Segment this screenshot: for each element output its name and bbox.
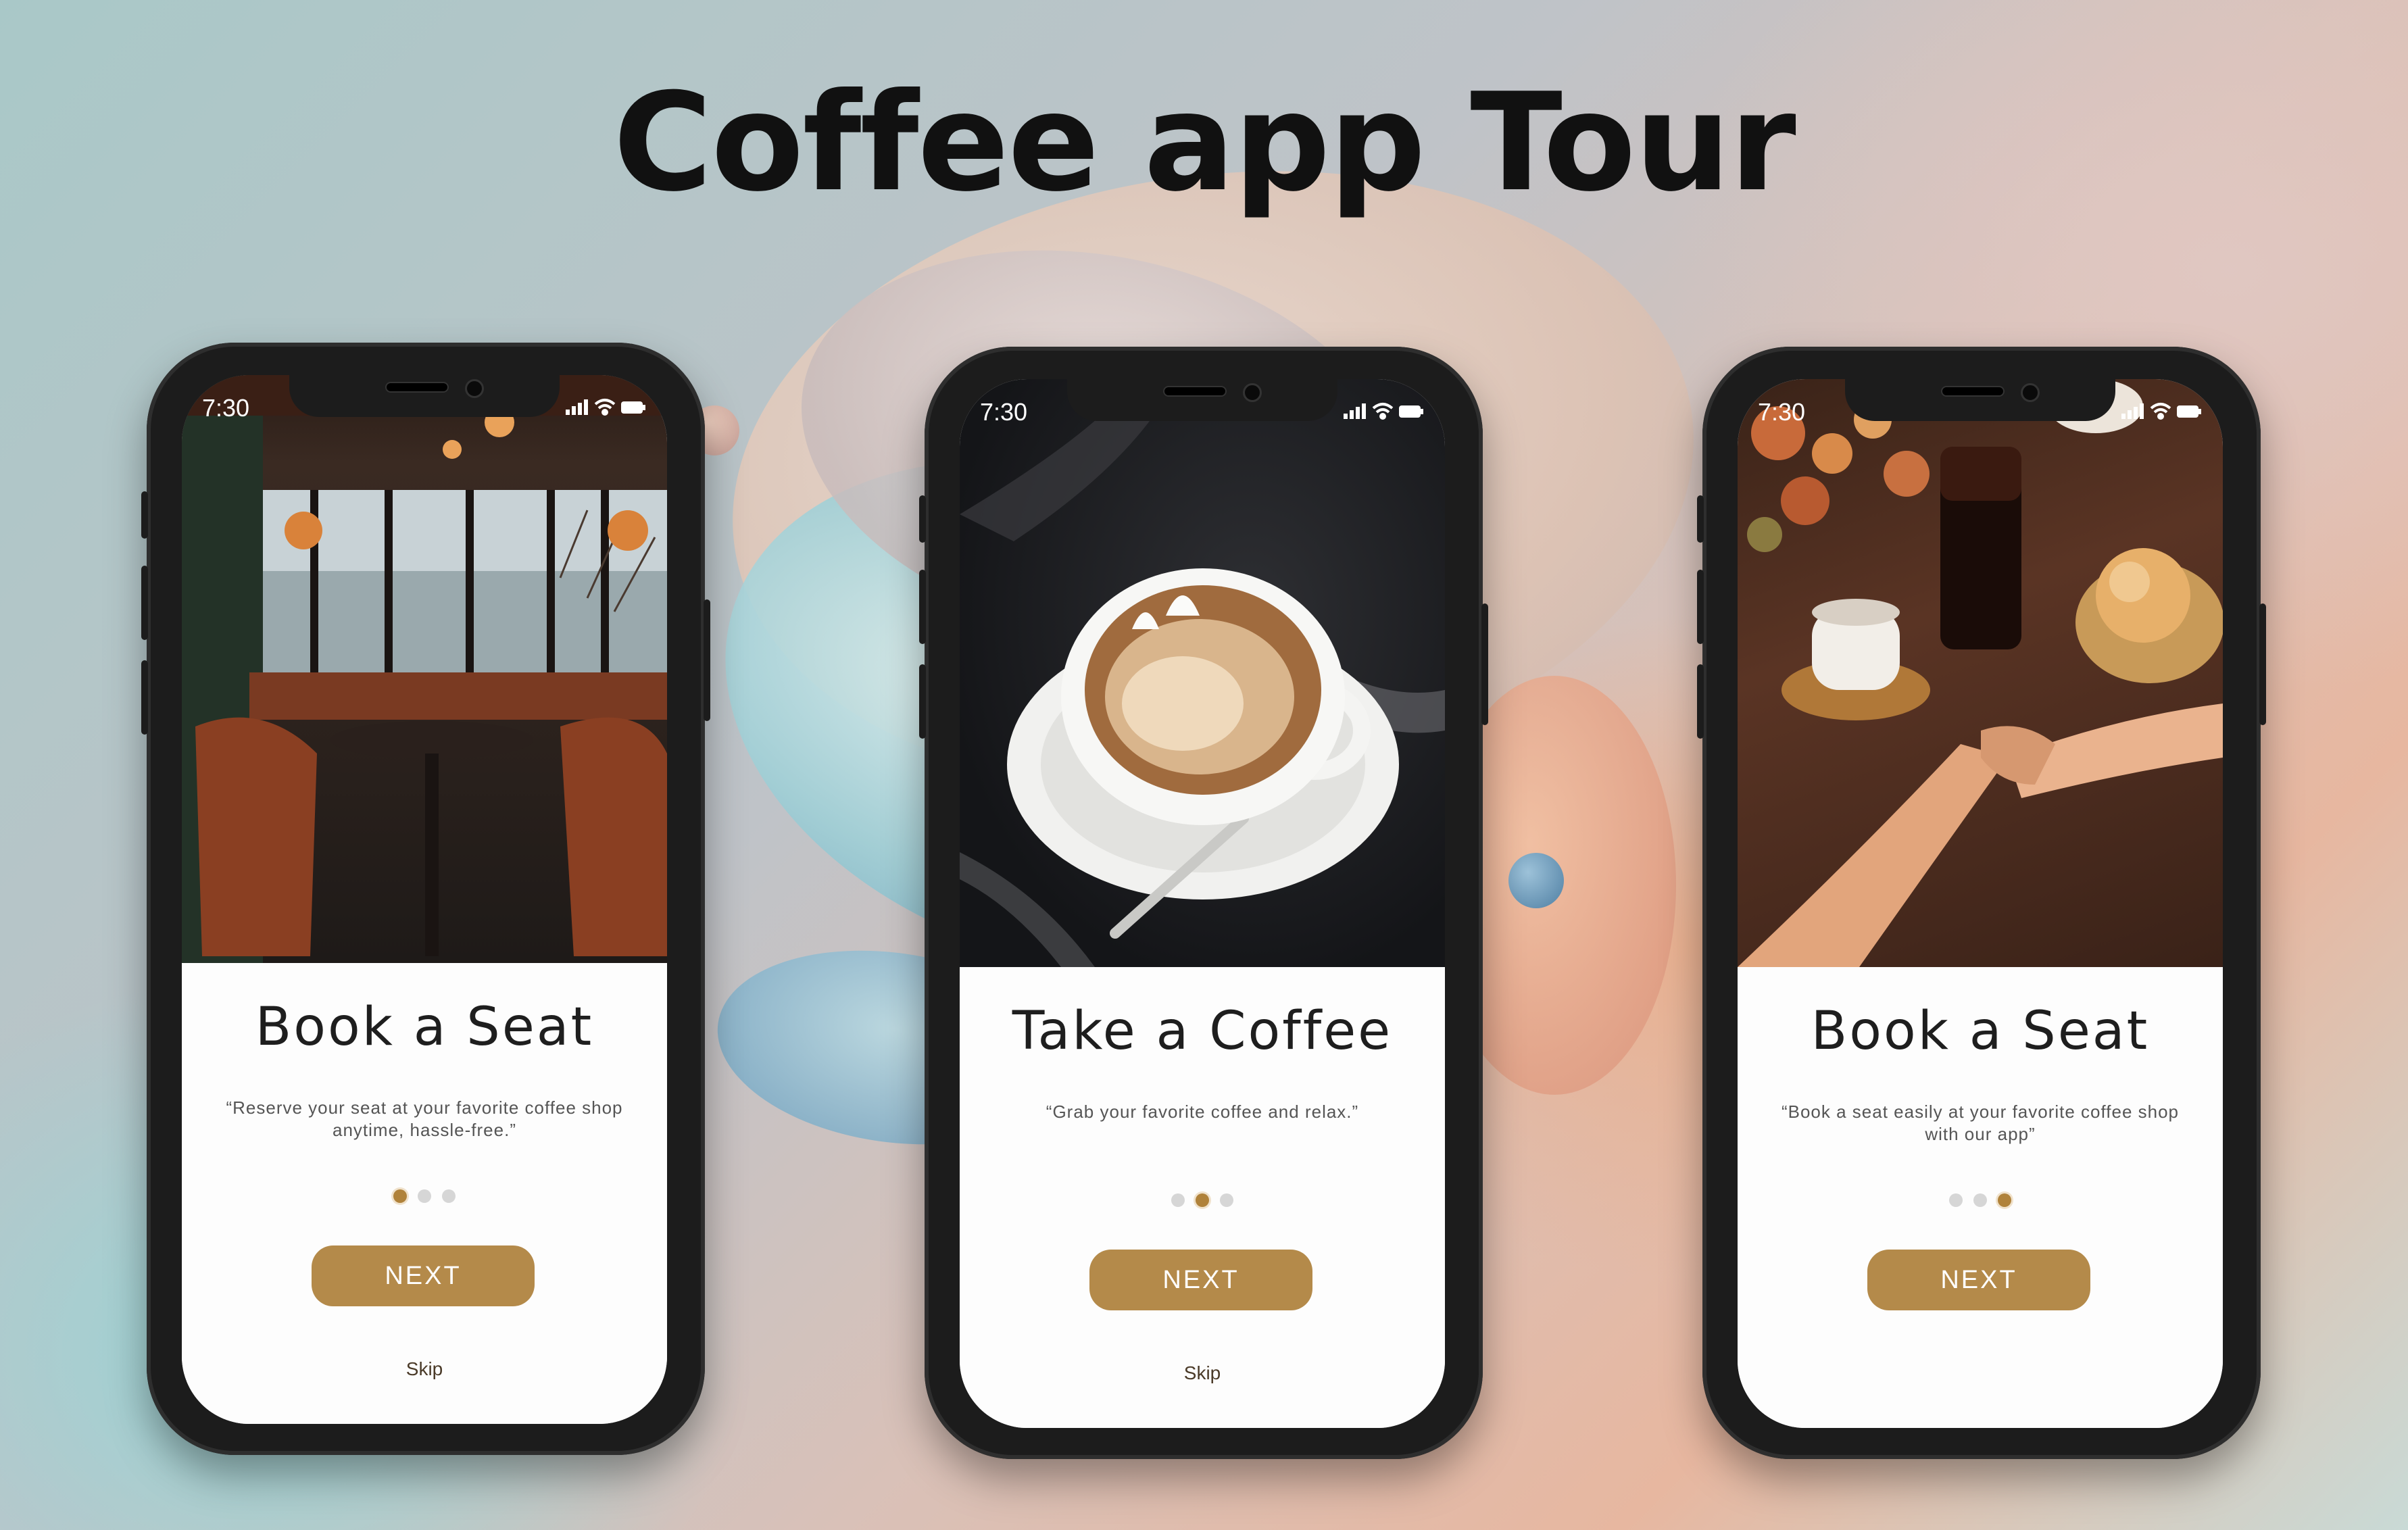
- status-time: 7:30: [1758, 398, 1806, 426]
- phone-speaker: [1941, 386, 2005, 397]
- page-title: Coffee app Tour: [613, 64, 1796, 222]
- next-button[interactable]: NEXT: [1089, 1250, 1312, 1310]
- onboarding-description: “Grab your favorite coffee and relax.”: [1046, 1102, 1359, 1122]
- phone-mockup-1: 7:30 Book a Seat “Reserve your seat at y…: [141, 343, 710, 1455]
- onboarding-screen-2: 7:30 Take a Coffee “Grab your favorite c…: [960, 379, 1445, 1428]
- signal-icon: [2121, 403, 2144, 419]
- onboarding-title: Take a Coffee: [1012, 1001, 1393, 1062]
- status-icons: [2121, 399, 2203, 428]
- page-dot-active[interactable]: [1196, 1193, 1209, 1207]
- phone-side-button: [1697, 664, 1704, 739]
- phone-side-button: [919, 570, 926, 644]
- status-time: 7:30: [202, 394, 250, 422]
- page-dot[interactable]: [1220, 1193, 1233, 1207]
- phone-power-button: [1481, 603, 1488, 725]
- phone-notch: [289, 375, 560, 417]
- battery-icon: [2177, 405, 2201, 418]
- phone-notch: [1845, 379, 2115, 421]
- status-time: 7:30: [980, 398, 1028, 426]
- phone-side-button: [1697, 495, 1704, 543]
- page-dot[interactable]: [442, 1189, 456, 1203]
- phone-camera: [465, 379, 484, 398]
- next-button[interactable]: NEXT: [312, 1245, 535, 1306]
- phone-side-button: [919, 664, 926, 739]
- page-dot[interactable]: [1949, 1193, 1963, 1207]
- onboarding-screen-3: 7:30 Book a Seat “Book a seat easily at …: [1738, 379, 2223, 1428]
- status-icons: [1344, 399, 1425, 428]
- phone-side-button: [141, 660, 148, 735]
- page-dot[interactable]: [1171, 1193, 1185, 1207]
- signal-icon: [566, 399, 588, 415]
- phone-mockup-3: 7:30 Book a Seat “Book a seat easily at …: [1697, 347, 2266, 1459]
- page-dot-active[interactable]: [1998, 1193, 2011, 1207]
- page-indicator: [1738, 1193, 2223, 1210]
- next-button[interactable]: NEXT: [1867, 1250, 2090, 1310]
- phone-notch: [1067, 379, 1337, 421]
- wifi-icon: [594, 399, 616, 416]
- onboarding-title: Book a Seat: [255, 997, 594, 1058]
- battery-icon: [1399, 405, 1423, 418]
- phone-side-button: [919, 495, 926, 543]
- signal-icon: [1344, 403, 1366, 419]
- onboarding-title: Book a Seat: [1811, 1001, 2150, 1062]
- cappuccino-cup-photo: [960, 379, 1445, 967]
- holding-hands-cafe-photo: [1738, 379, 2223, 967]
- onboarding-description: “Reserve your seat at your favorite coff…: [226, 1097, 623, 1140]
- phone-camera: [1243, 383, 1262, 402]
- onboarding-card: Book a Seat “Reserve your seat at your f…: [182, 963, 667, 1424]
- phone-camera: [2021, 383, 2040, 402]
- phone-side-button: [141, 566, 148, 640]
- status-icons: [566, 395, 647, 424]
- page-dot[interactable]: [1973, 1193, 1987, 1207]
- phone-speaker: [1163, 386, 1227, 397]
- phone-mockup-2: 7:30 Take a Coffee “Grab your favorite c…: [919, 347, 1488, 1459]
- onboarding-screen-1: 7:30 Book a Seat “Reserve your seat at y…: [182, 375, 667, 1424]
- cafe-interior-photo: [182, 375, 667, 963]
- wifi-icon: [1372, 403, 1394, 420]
- phone-speaker: [385, 382, 449, 393]
- battery-icon: [621, 401, 645, 414]
- page-dot-active[interactable]: [393, 1189, 407, 1203]
- phone-power-button: [2259, 603, 2266, 725]
- page-indicator: [960, 1193, 1445, 1210]
- skip-link[interactable]: Skip: [182, 1358, 667, 1380]
- background-sphere-blue: [1508, 853, 1564, 908]
- wifi-icon: [2150, 403, 2171, 420]
- skip-link[interactable]: Skip: [960, 1362, 1445, 1384]
- phone-side-button: [141, 491, 148, 539]
- onboarding-card: Take a Coffee “Grab your favorite coffee…: [960, 967, 1445, 1428]
- page-indicator: [182, 1189, 667, 1206]
- phone-power-button: [704, 599, 710, 721]
- onboarding-description: “Book a seat easily at your favorite cof…: [1781, 1102, 2180, 1144]
- onboarding-card: Book a Seat “Book a seat easily at your …: [1738, 967, 2223, 1428]
- phone-side-button: [1697, 570, 1704, 644]
- page-dot[interactable]: [418, 1189, 431, 1203]
